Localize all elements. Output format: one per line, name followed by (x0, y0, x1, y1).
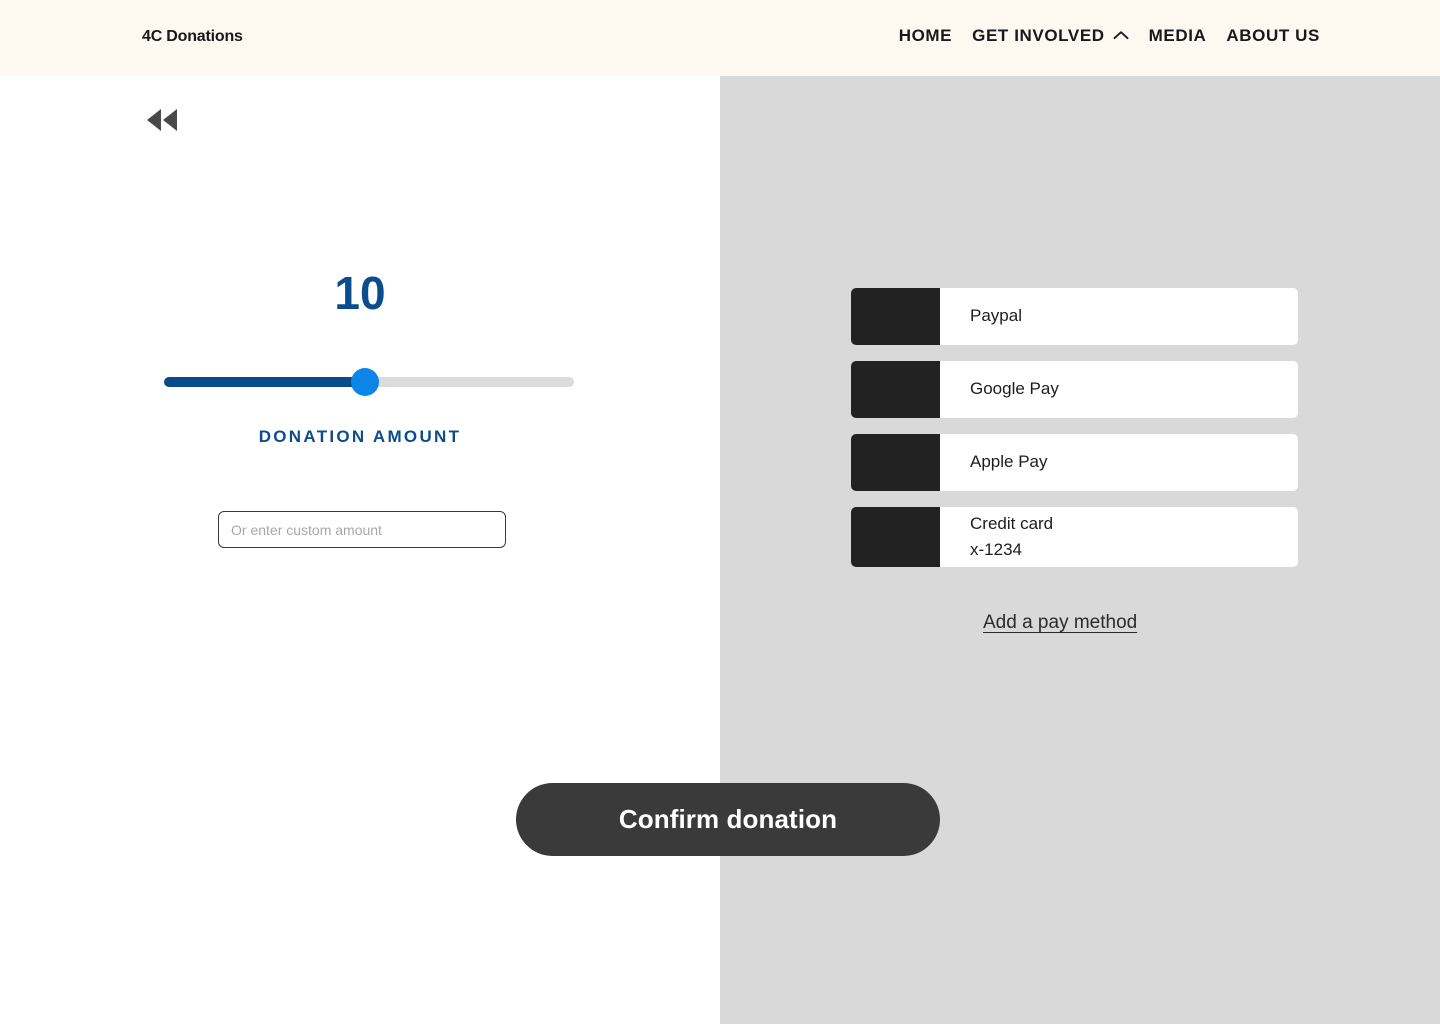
donation-amount-value: 10 (334, 267, 386, 319)
rewind-double-left-icon (147, 109, 177, 131)
apple-pay-logo-icon (851, 434, 940, 491)
donation-amount-label: DONATION AMOUNT (258, 427, 462, 446)
back-button[interactable] (143, 106, 183, 134)
add-pay-method-link[interactable]: Add a pay method (983, 612, 1137, 634)
confirm-donation-button[interactable]: Confirm donation (516, 783, 940, 856)
left-panel (0, 76, 720, 1024)
site-header: 4C Donations HOME GET INVOLVED MEDIA ABO… (0, 0, 1440, 76)
donation-page: 4C Donations HOME GET INVOLVED MEDIA ABO… (0, 0, 1440, 1024)
nav-item-media[interactable]: MEDIA (1139, 26, 1217, 46)
nav-item-about-us[interactable]: ABOUT US (1216, 26, 1330, 46)
payment-method-sublabel: x-1234 (970, 540, 1022, 559)
slider-fill (164, 377, 365, 387)
nav-item-home[interactable]: HOME (889, 26, 962, 46)
google-pay-logo-icon (851, 361, 940, 418)
chevron-up-icon (1113, 30, 1129, 40)
payment-method-credit-card[interactable]: Credit card x-1234 (851, 507, 1298, 567)
donation-amount-display: 10 (0, 270, 720, 316)
brand-logo-text[interactable]: 4C Donations (142, 28, 243, 46)
paypal-logo-icon (851, 288, 940, 345)
payment-method-paypal[interactable]: Paypal (851, 288, 1298, 345)
payment-method-text-group: Credit card x-1234 (940, 511, 1053, 564)
donation-amount-slider[interactable] (164, 368, 574, 396)
custom-amount-input[interactable] (218, 511, 506, 548)
payment-method-label: Google Pay (970, 379, 1059, 399)
payment-method-google-pay[interactable]: Google Pay (851, 361, 1298, 418)
payment-method-apple-pay[interactable]: Apple Pay (851, 434, 1298, 491)
payment-method-list: Paypal Google Pay Apple Pay Credit card … (851, 288, 1298, 583)
payment-method-label: Apple Pay (970, 452, 1048, 472)
payment-method-label: Credit card (970, 513, 1054, 533)
main-navigation: HOME GET INVOLVED MEDIA ABOUT US (889, 26, 1330, 46)
slider-thumb[interactable] (350, 368, 379, 396)
credit-card-logo-icon (851, 507, 940, 567)
nav-item-get-involved[interactable]: GET INVOLVED (962, 26, 1139, 46)
nav-item-get-involved-label: GET INVOLVED (972, 26, 1105, 45)
payment-method-label: Paypal (970, 306, 1022, 326)
